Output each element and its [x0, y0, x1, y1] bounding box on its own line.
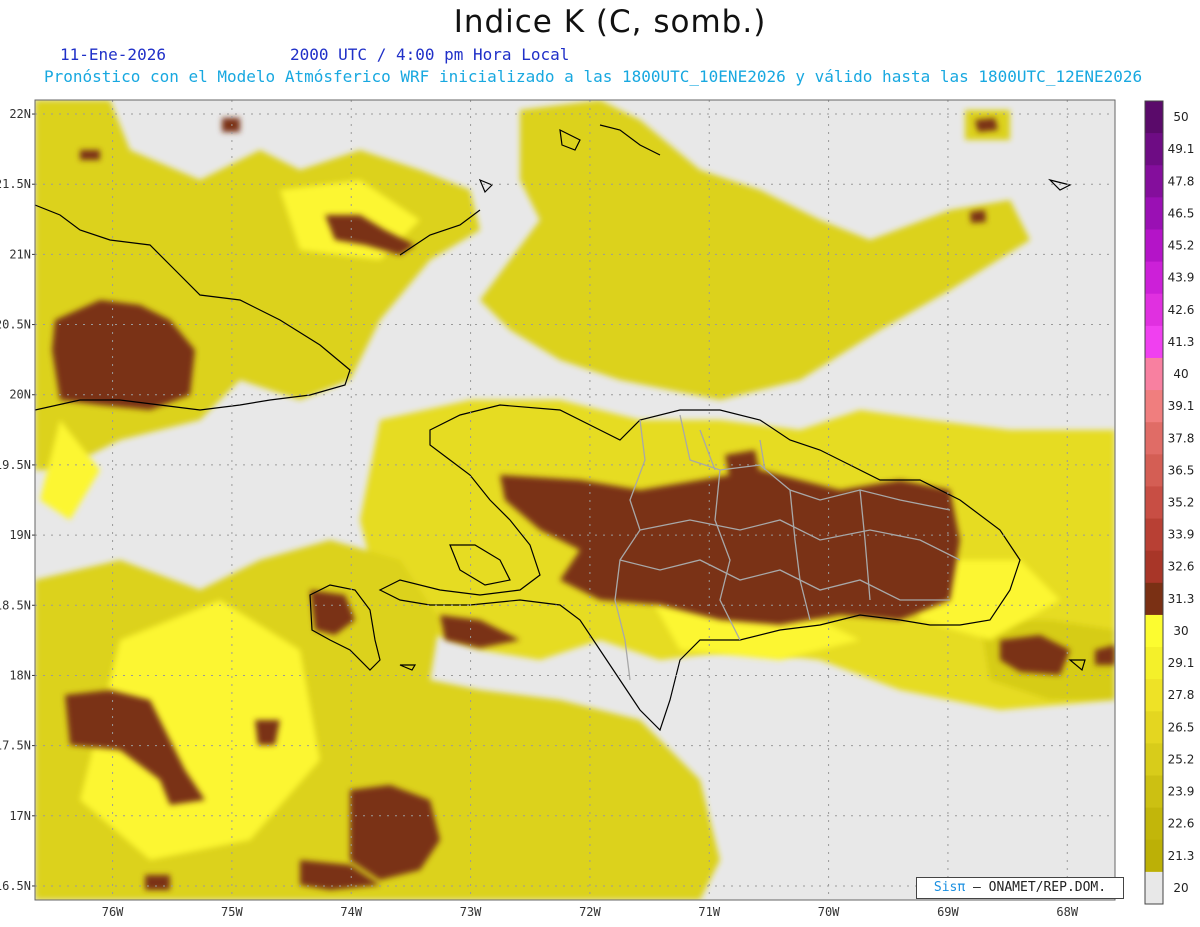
- colorbar-label: 27.8: [1168, 688, 1195, 702]
- colorbar-swatch: [1145, 293, 1163, 327]
- colorbar-label: 37.8: [1168, 431, 1195, 445]
- colorbar-label: 35.2: [1168, 496, 1195, 510]
- colorbar-label: 23.9: [1168, 785, 1195, 799]
- colorbar-swatch: [1145, 101, 1163, 134]
- lat-label: 18.5N: [0, 598, 31, 612]
- colorbar-swatch: [1145, 614, 1163, 648]
- lon-label: 70W: [818, 905, 840, 919]
- lon-label: 74W: [340, 905, 362, 919]
- colorbar-label: 25.2: [1168, 752, 1195, 766]
- colorbar-swatch: [1145, 550, 1163, 584]
- colorbar-swatch: [1145, 582, 1163, 616]
- colorbar-label: 29.1: [1168, 656, 1195, 670]
- colorbar-label: 26.5: [1168, 720, 1195, 734]
- lat-label: 22N: [9, 107, 31, 121]
- colorbar-label: 39.1: [1168, 399, 1195, 413]
- colorbar-label: 21.3: [1168, 849, 1195, 863]
- lon-label: 76W: [102, 905, 124, 919]
- colorbar-label: 33.9: [1168, 528, 1195, 542]
- colorbar-label: 45.2: [1168, 239, 1195, 253]
- colorbar-label: 40: [1173, 367, 1188, 381]
- lat-label: 17.5N: [0, 739, 31, 753]
- colorbar-label: 22.6: [1168, 817, 1195, 831]
- brown-region-top: [222, 118, 240, 132]
- colorbar-swatch: [1145, 647, 1163, 680]
- colorbar-swatch: [1145, 165, 1163, 198]
- brown-region-top-2: [80, 150, 100, 160]
- colorbar-swatch: [1145, 454, 1163, 487]
- lat-label: 18N: [9, 668, 31, 682]
- colorbar-swatch: [1145, 711, 1163, 744]
- colorbar-label: 43.9: [1168, 271, 1195, 285]
- brown-region-north-dr: [725, 450, 760, 480]
- colorbar-label: 32.6: [1168, 560, 1195, 574]
- colorbar-swatch: [1145, 133, 1163, 166]
- colorbar-label: 49.1: [1168, 142, 1195, 156]
- colorbar-swatch: [1145, 486, 1163, 520]
- lat-label: 17N: [9, 809, 31, 823]
- lat-label: 20N: [9, 388, 31, 402]
- colorbar-label: 42.6: [1168, 303, 1195, 317]
- brown-region-sw-dot-2: [145, 875, 170, 890]
- lat-label: 21N: [9, 247, 31, 261]
- colorbar-swatch: [1145, 229, 1163, 263]
- lon-label: 72W: [579, 905, 601, 919]
- colorbar-swatch: [1145, 679, 1163, 712]
- credit-org: – ONAMET/REP.DOM.: [973, 880, 1107, 895]
- colorbar-swatch: [1145, 197, 1163, 230]
- colorbar-label: 30: [1173, 624, 1188, 638]
- lon-label: 71W: [698, 905, 720, 919]
- colorbar-label: 31.3: [1168, 592, 1195, 606]
- colorbar-swatch: [1145, 743, 1163, 777]
- latitude-labels: 22N 21.5N 21N 20.5N 20N 19.5N 19N 18.5N 18N 17.5N…: [0, 107, 35, 893]
- colorbar-swatch: [1145, 518, 1163, 552]
- credit-sis: Sisπ: [933, 880, 966, 895]
- colorbar-swatch: [1145, 807, 1163, 841]
- colorbar-label: 41.3: [1168, 335, 1195, 349]
- colorbar-label: 36.5: [1168, 463, 1195, 477]
- lat-label: 21.5N: [0, 177, 31, 191]
- colorbar-swatch: [1145, 775, 1163, 809]
- colorbar-swatch: [1145, 390, 1163, 423]
- lat-label: 19.5N: [0, 458, 31, 472]
- colorbar-label: 20: [1173, 881, 1188, 895]
- colorbar-swatch: [1145, 422, 1163, 455]
- lon-label: 69W: [937, 905, 959, 919]
- colorbar-label: 46.5: [1168, 206, 1195, 220]
- colorbar-label: 47.8: [1168, 174, 1195, 188]
- colorbar: 50 49.1 47.8 46.5 45.2 43.9 42.6 41.3 40 39.1 37.8…: [1144, 100, 1195, 905]
- colorbar-swatch: [1145, 325, 1163, 359]
- colorbar-swatch: [1145, 261, 1163, 295]
- lat-label: 19N: [9, 528, 31, 542]
- lat-label: 16.5N: [0, 879, 31, 893]
- lon-label: 73W: [460, 905, 482, 919]
- colorbar-swatch: [1145, 871, 1163, 905]
- colorbar-label: 50: [1173, 110, 1188, 124]
- brown-region-ne-dot-2: [970, 210, 986, 223]
- lon-label: 68W: [1056, 905, 1078, 919]
- lon-label: 75W: [221, 905, 243, 919]
- longitude-labels: 76W 75W 74W 73W 72W 71W 70W 69W 68W: [102, 905, 1079, 919]
- colorbar-swatch: [1145, 357, 1163, 391]
- credit-box: Sisπ – ONAMET/REP.DOM.: [916, 877, 1124, 899]
- colorbar-swatch: [1145, 839, 1163, 873]
- brown-region-ne-dot: [975, 118, 998, 132]
- k-index-map: 22N 21.5N 21N 20.5N 20N 19.5N 19N 18.5N 18N 17.5N…: [0, 99, 1195, 919]
- lat-label: 20.5N: [0, 318, 31, 332]
